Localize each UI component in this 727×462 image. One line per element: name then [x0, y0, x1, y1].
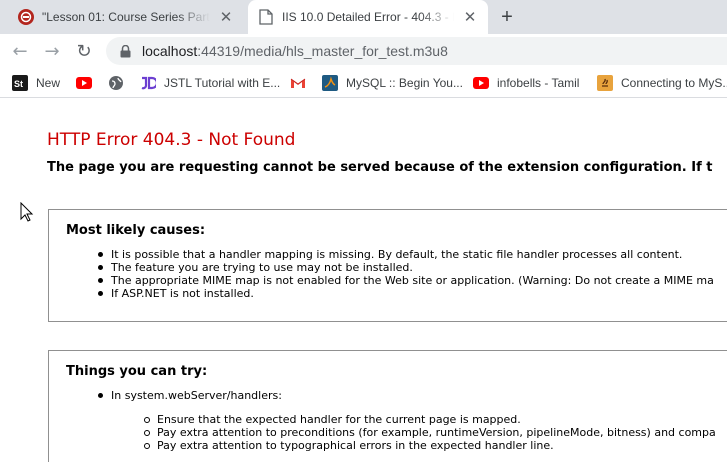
page-favicon-icon	[258, 9, 274, 25]
tab-title: "Lesson 01: Course Series Part 2 -	[42, 10, 210, 24]
bookmark-youtube[interactable]	[76, 74, 100, 92]
list-item: Pay extra attention to typographical err…	[144, 439, 716, 452]
causes-list: It is possible that a handler mapping is…	[98, 248, 714, 300]
java-icon	[597, 75, 613, 91]
lock-icon[interactable]	[118, 44, 132, 58]
tab-lesson[interactable]: "Lesson 01: Course Series Part 2 - ✕	[8, 0, 244, 34]
tab-close-icon[interactable]: ✕	[216, 7, 236, 27]
youtube-icon	[76, 75, 92, 91]
tab-iis-error[interactable]: IIS 10.0 Detailed Error - 404.3 - N ✕	[248, 0, 488, 34]
tab-title: IIS 10.0 Detailed Error - 404.3 - N	[282, 10, 454, 24]
bookmark-label: MySQL :: Begin You...	[346, 76, 463, 90]
new-tab-button[interactable]: +	[496, 6, 518, 28]
globe-icon	[108, 75, 124, 91]
things-to-try-list: In system.webServer/handlers:	[98, 389, 282, 402]
bookmark-gmail[interactable]	[290, 74, 314, 92]
handler-tips-list: Ensure that the expected handler for the…	[144, 413, 716, 452]
list-item: Pay extra attention to preconditions (fo…	[144, 426, 716, 439]
causes-box: Most likely causes: It is possible that …	[48, 209, 727, 322]
mysql-icon	[322, 75, 338, 91]
browser-toolbar: ← → ↻ localhost:44319/media/hls_master_f…	[0, 34, 727, 68]
gmail-icon	[290, 75, 306, 91]
mouse-pointer-icon	[20, 202, 34, 222]
bookmark-connecting-mysql[interactable]: Connecting to MyS...	[597, 74, 727, 92]
things-to-try-heading: Things you can try:	[66, 364, 208, 379]
address-bar[interactable]: localhost:44319/media/hls_master_for_tes…	[106, 37, 727, 65]
svg-text:St: St	[14, 79, 23, 89]
causes-heading: Most likely causes:	[66, 223, 206, 238]
list-item: It is possible that a handler mapping is…	[98, 248, 714, 261]
bookmark-mysql[interactable]: MySQL :: Begin You...	[322, 74, 463, 92]
bookmark-label: New	[36, 76, 61, 90]
list-item: In system.webServer/handlers:	[98, 389, 282, 402]
list-item: The feature you are trying to use may no…	[98, 261, 714, 274]
things-to-try-box: Things you can try: In system.webServer/…	[48, 350, 727, 462]
url-text[interactable]: localhost:44319/media/hls_master_for_tes…	[142, 43, 448, 59]
page-content: HTTP Error 404.3 - Not Found The page yo…	[0, 99, 727, 462]
bookmark-label: JSTL Tutorial with E...	[164, 76, 281, 90]
bookmarks-bar: St New JSTL Tutorial with E... MySQL :: …	[0, 68, 727, 98]
jstl-icon	[140, 75, 156, 91]
lesson-favicon-icon	[18, 9, 34, 25]
youtube-icon	[473, 75, 489, 91]
bookmark-jstl[interactable]: JSTL Tutorial with E...	[140, 74, 280, 92]
back-button[interactable]: ←	[8, 39, 32, 63]
list-item: The appropriate MIME map is not enabled …	[98, 274, 714, 287]
error-description: The page you are requesting cannot be se…	[47, 160, 713, 175]
tab-strip: "Lesson 01: Course Series Part 2 - ✕ IIS…	[0, 0, 727, 34]
bookmark-label: infobells - Tamil	[497, 76, 580, 90]
tab-close-icon[interactable]: ✕	[460, 7, 480, 27]
reload-button[interactable]: ↻	[72, 39, 96, 63]
bookmark-label: Connecting to MyS...	[621, 76, 727, 90]
bookmark-infobells[interactable]: infobells - Tamil	[473, 74, 579, 92]
forward-button[interactable]: →	[40, 39, 64, 63]
error-title: HTTP Error 404.3 - Not Found	[47, 130, 296, 150]
bookmark-globe[interactable]	[108, 74, 132, 92]
list-item: If ASP.NET is not installed.	[98, 287, 714, 300]
bookmark-new[interactable]: St New	[12, 74, 60, 92]
list-item: Ensure that the expected handler for the…	[144, 413, 716, 426]
st-icon: St	[12, 75, 28, 91]
